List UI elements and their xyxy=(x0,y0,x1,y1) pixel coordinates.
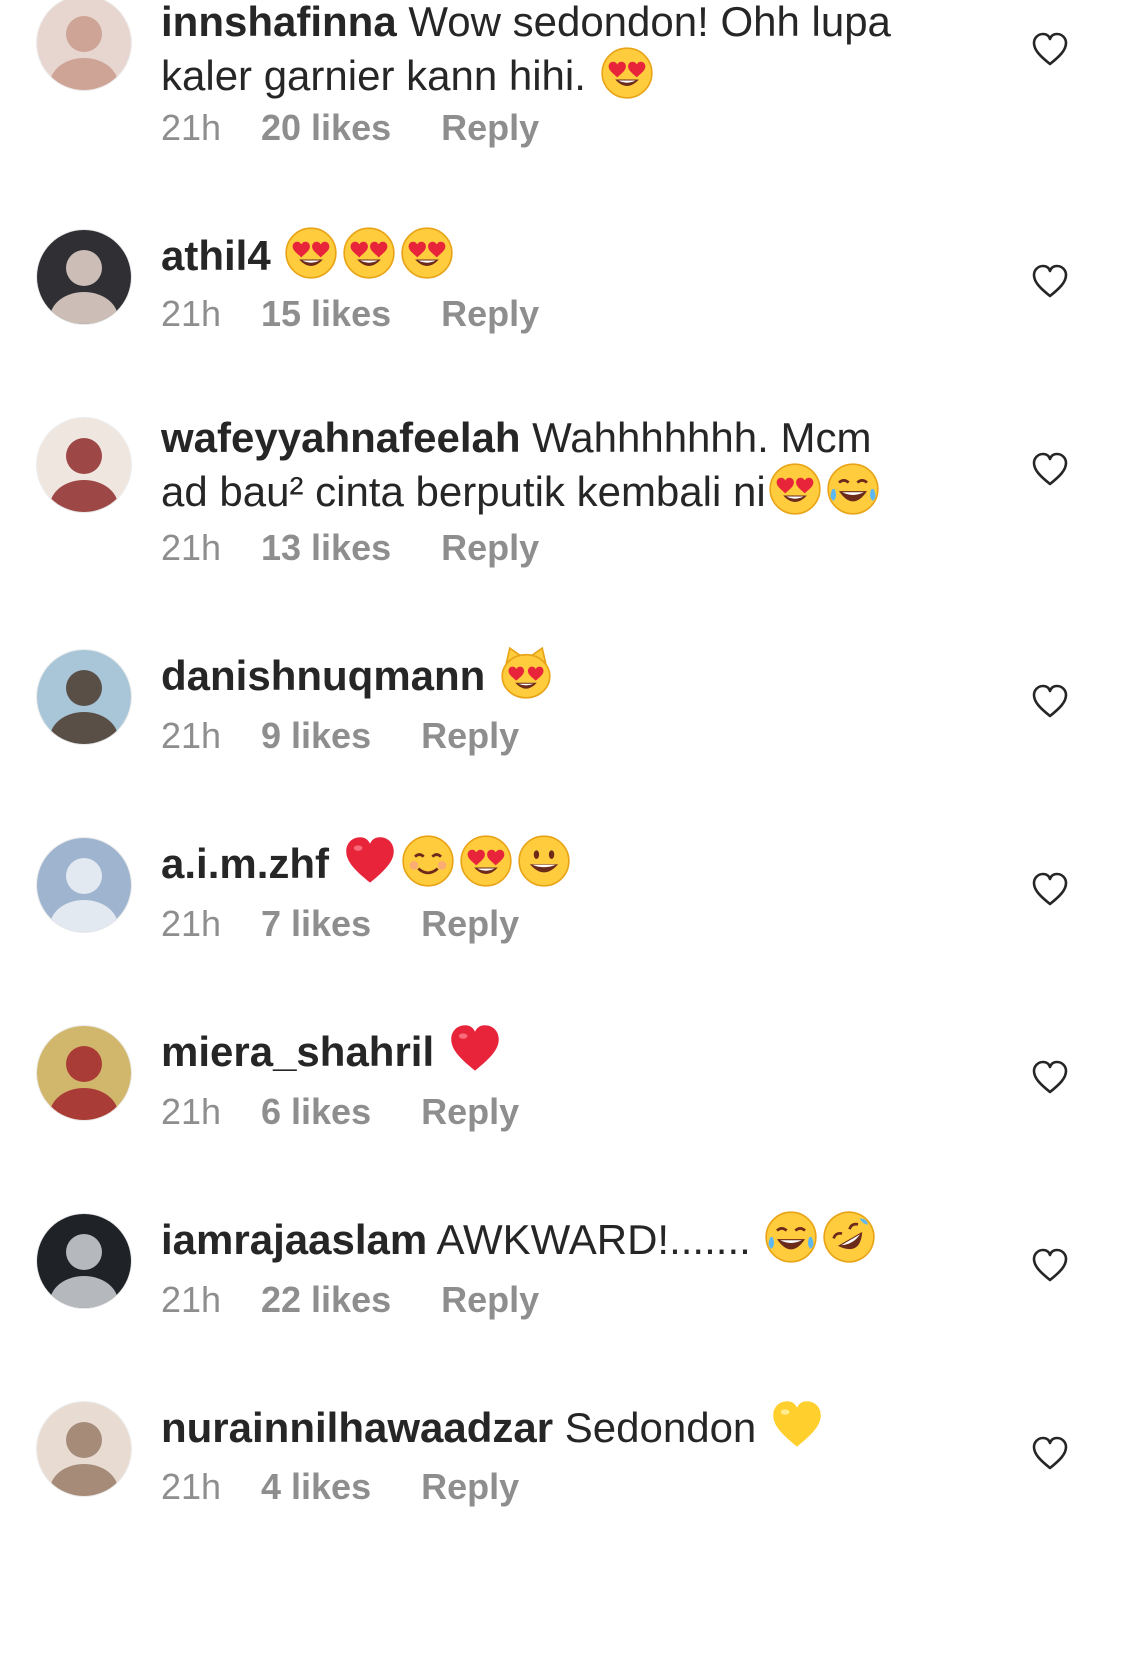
comment-username[interactable]: miera_shahril xyxy=(161,1028,434,1075)
reply-button[interactable]: Reply xyxy=(421,716,519,756)
like-count-button[interactable]: 22 likes xyxy=(261,1280,391,1320)
like-count-button[interactable]: 7 likes xyxy=(261,904,371,944)
reply-button[interactable]: Reply xyxy=(421,1467,519,1507)
heart-eyes-emoji-icon xyxy=(459,834,513,888)
reply-button[interactable]: Reply xyxy=(441,528,539,568)
comment-username[interactable]: athil4 xyxy=(161,232,271,279)
like-heart-icon[interactable] xyxy=(1030,1246,1070,1286)
like-heart-icon[interactable] xyxy=(1030,682,1070,722)
comment-timestamp: 21h xyxy=(161,903,222,944)
laughing-emoji-icon xyxy=(764,1210,818,1264)
comment-body: a.i.m.zhf xyxy=(161,834,921,888)
comment-text xyxy=(329,840,341,887)
comment-timestamp: 21h xyxy=(161,527,222,568)
comment-meta: 21h 9 likes Reply xyxy=(161,716,519,756)
cat-heart-eyes-emoji-icon xyxy=(499,646,553,700)
comment-meta: 21h 7 likes Reply xyxy=(161,904,519,944)
comment-username[interactable]: danishnuqmann xyxy=(161,652,485,699)
comment-meta: 21h 15 likes Reply xyxy=(161,294,539,334)
like-heart-icon[interactable] xyxy=(1030,1434,1070,1474)
avatar[interactable] xyxy=(37,418,131,512)
comment-meta: 21h 6 likes Reply xyxy=(161,1092,519,1132)
like-count-button[interactable]: 13 likes xyxy=(261,528,391,568)
avatar[interactable] xyxy=(37,1402,131,1496)
comment-body: danishnuqmann xyxy=(161,646,921,700)
comment-text xyxy=(485,652,497,699)
red-heart-emoji-icon xyxy=(448,1022,502,1076)
comment-timestamp: 21h xyxy=(161,1091,222,1132)
comment-body: nurainnilhawaadzar Sedondon xyxy=(161,1398,921,1452)
comment-text xyxy=(434,1028,446,1075)
comment-username[interactable]: nurainnilhawaadzar xyxy=(161,1404,553,1451)
comment-text: AWKWARD!....... xyxy=(427,1216,763,1263)
grinning-emoji-icon xyxy=(517,834,571,888)
heart-eyes-emoji-icon xyxy=(342,226,396,280)
comment-body: wafeyyahnafeelah Wahhhhhhh. Mcm ad bau² … xyxy=(161,414,921,516)
comment-meta: 21h 22 likes Reply xyxy=(161,1280,539,1320)
avatar[interactable] xyxy=(37,1214,131,1308)
heart-eyes-emoji-icon xyxy=(284,226,338,280)
smiling-emoji-icon xyxy=(401,834,455,888)
red-heart-emoji-icon xyxy=(343,834,397,888)
comment-username[interactable]: wafeyyahnafeelah xyxy=(161,414,521,461)
comment-body: iamrajaaslam AWKWARD!....... xyxy=(161,1210,921,1264)
avatar[interactable] xyxy=(37,650,131,744)
reply-button[interactable]: Reply xyxy=(441,294,539,334)
comment-timestamp: 21h xyxy=(161,715,222,756)
like-count-button[interactable]: 9 likes xyxy=(261,716,371,756)
like-heart-icon[interactable] xyxy=(1030,1058,1070,1098)
comment-timestamp: 21h xyxy=(161,1279,222,1320)
comment-timestamp: 21h xyxy=(161,1466,222,1507)
comment-body: athil4 xyxy=(161,226,921,280)
heart-eyes-emoji-icon xyxy=(768,462,822,516)
like-count-button[interactable]: 6 likes xyxy=(261,1092,371,1132)
like-count-button[interactable]: 4 likes xyxy=(261,1467,371,1507)
like-count-button[interactable]: 15 likes xyxy=(261,294,391,334)
comment-item: nurainnilhawaadzar Sedondon 21h 4 likes Re… xyxy=(0,0,1125,1507)
comment-meta: 21h 13 likes Reply xyxy=(161,528,539,568)
heart-eyes-emoji-icon xyxy=(400,226,454,280)
comment-text xyxy=(271,232,283,279)
comment-timestamp: 21h xyxy=(161,293,222,334)
comment-body: miera_shahril xyxy=(161,1022,921,1076)
like-heart-icon[interactable] xyxy=(1030,870,1070,910)
like-heart-icon[interactable] xyxy=(1030,450,1070,490)
reply-button[interactable]: Reply xyxy=(421,904,519,944)
reply-button[interactable]: Reply xyxy=(441,1280,539,1320)
avatar[interactable] xyxy=(37,230,131,324)
laughing-emoji-icon xyxy=(826,462,880,516)
comment-username[interactable]: iamrajaaslam xyxy=(161,1216,427,1263)
comment-meta: 21h 4 likes Reply xyxy=(161,1467,519,1507)
rofl-emoji-icon xyxy=(822,1210,876,1264)
like-heart-icon[interactable] xyxy=(1030,262,1070,302)
avatar[interactable] xyxy=(37,1026,131,1120)
yellow-heart-emoji-icon xyxy=(770,1398,824,1452)
comment-text: Sedondon xyxy=(553,1404,768,1451)
avatar[interactable] xyxy=(37,838,131,932)
comment-username[interactable]: a.i.m.zhf xyxy=(161,840,329,887)
reply-button[interactable]: Reply xyxy=(421,1092,519,1132)
